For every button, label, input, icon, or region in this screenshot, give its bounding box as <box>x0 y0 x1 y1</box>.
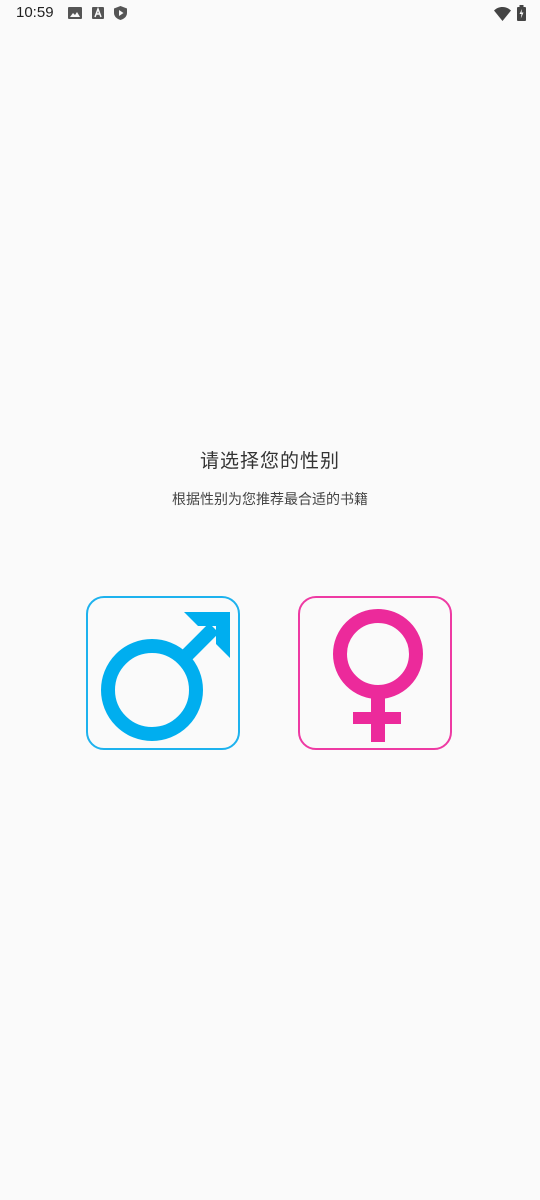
female-option-button[interactable] <box>298 596 452 750</box>
play-shield-icon <box>114 6 127 20</box>
font-icon <box>92 7 104 19</box>
page-title: 请选择您的性别 <box>199 450 340 472</box>
female-symbol-icon <box>333 609 423 742</box>
status-icons-right <box>494 5 526 25</box>
wifi-icon <box>494 6 511 25</box>
male-option-button[interactable] <box>86 596 240 750</box>
battery-icon <box>517 5 526 25</box>
status-bar: 10:59 <box>0 0 540 28</box>
status-icons-left <box>68 6 127 20</box>
male-symbol-icon <box>101 612 230 741</box>
page-subtitle: 根据性别为您推荐最合适的书籍 <box>172 492 368 508</box>
status-time: 10:59 <box>16 4 54 21</box>
image-icon <box>68 7 82 19</box>
